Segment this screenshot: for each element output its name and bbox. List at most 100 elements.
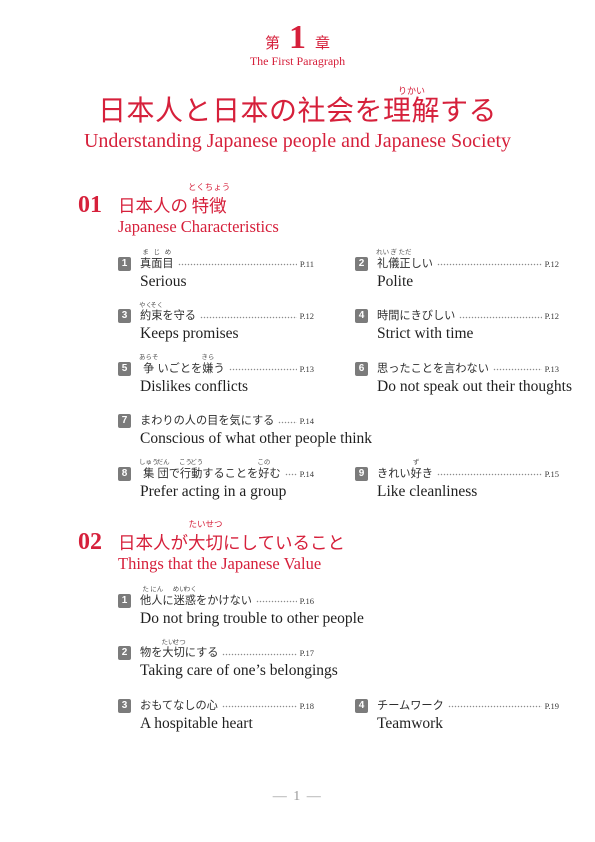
entry-page-ref: P.15 [544,468,559,479]
document-page: 第 1 章 The First Paragraph 日本人と日本の社会を理解 りか… [0,0,595,842]
text-run: 思ったことを言わない [377,361,489,375]
entry-title-jp: 時間にきびしい [377,309,455,323]
ruby-group: 切せつ [173,639,186,660]
furigana: どう [190,458,204,467]
entry-title-jp: 真ま面じ目め [140,249,174,271]
dot-leader [278,420,297,424]
entry-title-en: Teamwork [377,714,444,732]
ruby-group: 動どう [190,459,203,481]
toc-entry-line: 7 まわりの人の目を気にする P.14 [118,414,314,429]
furigana: とくちょう [188,182,231,193]
entry-title-en: Conscious of what other people think [140,430,373,448]
ruby-base-text: 他 [140,593,152,607]
toc-entry-line: 2 礼れい儀ぎ正ただ しい P.12 [355,249,559,271]
entry-title-en: Do not speak out their thoughts [377,377,573,395]
text-run: 日本人が [118,534,188,554]
ruby-base-text: 好 [258,466,270,480]
ruby-group: 理解 りかい [382,88,440,127]
entry-page-ref: P.14 [299,468,314,479]
furigana: りかい [397,87,425,97]
furigana: れい [376,248,390,256]
ruby-base-text: 団 [157,466,169,480]
entry-page-ref: P.19 [544,700,559,711]
entry-title-en: Polite [377,272,414,290]
ruby-base-text: 切 [173,646,185,660]
entry-number-badge: 3 [118,309,131,324]
ruby-base-text: 儀 [388,256,400,270]
entry-title-en: Taking care of one’s belongings [140,662,338,680]
toc-entry-line: 1 他た人にん に迷 めい惑わく をかけない P.16 [118,586,314,608]
entry-page-ref: P.17 [299,648,314,659]
entry-title-en: Strict with time [377,325,474,343]
entry-title-jp: チームワーク [377,699,444,713]
entry-title-jp: きれい好ずき [377,459,433,481]
dot-leader [437,263,542,266]
entry-page-ref: P.12 [544,311,559,322]
furigana: たいせつ [188,519,223,530]
toc-section: 01 日本人の 特徴 とくちょう Japanese Characteristics 1 真ま… [78,183,578,499]
toc-entry: 3 おもてなしの心 P.18 A hospitable heart [118,698,314,733]
text-run: をかけない [196,593,252,607]
toc-section: 02 日本人が大切 たいせつ にしていること Things that the Japan… [78,520,578,731]
entry-title-jp: 物を大 たい切せつ にする [140,639,218,660]
entry-number-badge: 4 [355,698,368,713]
entry-title-jp: まわりの人の目を気にする [140,414,274,428]
ruby-group: 礼れい [376,249,389,271]
ruby-group: 目め [162,249,173,271]
ruby-base-text: 惑 [184,593,197,607]
furigana: ただ [398,248,412,256]
text-run: することを [202,466,259,480]
text-run: おもてなしの心 [140,698,218,712]
ruby-base-text: 正 [399,256,411,270]
toc-entry: 1 他た人にん に迷 めい惑わく をかけない P.16 Do not bring troub… [118,586,364,628]
ruby-group: 嫌きら [201,354,214,376]
ruby-group: 人にん [150,586,163,608]
text-run: にしていること [223,534,345,554]
entry-number-badge: 3 [118,698,131,713]
page-title-jp: 日本人と日本の社会を理解 りかい する [0,88,595,127]
furigana: わく [183,585,197,593]
entry-number-badge: 1 [118,256,131,271]
ruby-base-text: 理解 [382,94,440,127]
entry-title-jp: 礼れい儀ぎ正ただ しい [376,249,433,271]
furigana: しゅう [138,458,159,467]
text-run: う [213,361,225,375]
entry-number-badge: 2 [355,256,368,271]
toc-entry: 1 真ま面じ目め P.11 Serious [118,249,314,291]
text-run: を守る [162,309,196,323]
ruby-base-text: 真 [140,256,152,270]
entry-title-jp: 他た人にん に迷 めい惑わく をかけない [140,586,252,608]
text-run: きれい [377,466,411,480]
text-run: 物を [140,646,163,660]
ruby-base-text: 大 [162,646,174,660]
text-run: する [440,94,498,127]
section-number: 01 [78,192,102,218]
entry-page-ref: P.11 [299,258,314,269]
ruby-base-text: 人 [151,593,163,607]
toc-entry-line: 1 真ま面じ目め P.11 [118,249,314,271]
text-run: む [269,466,281,480]
toc-entry: 2 礼れい儀ぎ正ただ しい P.12 Polite [355,249,559,291]
text-run: に [162,593,174,607]
toc-entry: 3 約やく束そく を守る P.12 Keeps promises [118,302,314,343]
text-run: いごとを [157,361,203,375]
ruby-base-text: 特徴 [191,197,227,217]
chapter-subtitle: The First Paragraph [249,54,346,68]
toc-entry: 8 集しゅう団だん で行 こう動どう することを好 このむ P.14 Prefer actin… [118,459,314,501]
dot-leader [177,263,297,266]
toc-entry-line: 9 きれい好ずき P.15 [355,459,559,481]
toc-entry-line: 8 集しゅう団だん で行 こう動どう することを好 このむ P.14 [118,459,314,481]
entry-page-ref: P.13 [544,363,559,374]
ruby-group: 儀ぎ [388,249,400,271]
entry-number-badge: 5 [118,361,131,376]
text-run: 日本人の [118,197,188,217]
toc-entry: 7 まわりの人の目を気にする P.14 Conscious of what other… [118,414,373,448]
dot-leader [459,315,542,319]
toc-entry-line: 6 思ったことを言わない P.13 [355,361,559,376]
toc-entry: 2 物を大 たい切せつ にする P.17 Taking care of one’s bel… [118,639,338,680]
ruby-base-text: 嫌 [202,361,214,375]
ruby-group: 大たい [161,639,174,660]
page-title-en: Understanding Japanese people and Japane… [83,130,512,152]
entry-title-en: Like cleanliness [377,482,478,500]
dot-leader [492,368,542,372]
